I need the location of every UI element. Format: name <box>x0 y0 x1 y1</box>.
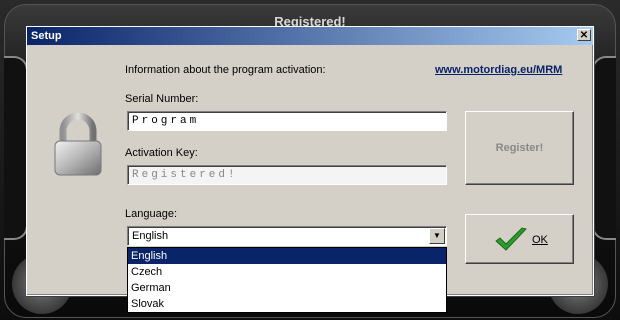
register-button[interactable]: Register! <box>465 111 574 185</box>
register-button-label: Register! <box>495 142 544 154</box>
activation-key-field: Registered! <box>127 165 447 185</box>
ok-button[interactable]: OK <box>465 214 574 264</box>
ok-button-label: OK <box>532 234 548 246</box>
serial-number-field[interactable]: Program <box>127 111 447 131</box>
close-icon: ✕ <box>579 30 589 41</box>
padlock-icon <box>54 113 102 176</box>
language-selected-value: English <box>132 230 169 242</box>
serial-number-label: Serial Number: <box>125 93 199 105</box>
device-right-bezel <box>592 56 616 240</box>
language-option-czech[interactable]: Czech <box>128 264 446 280</box>
language-label: Language: <box>125 208 177 220</box>
activation-info-text: Information about the program activation… <box>125 64 326 76</box>
language-option-english[interactable]: English <box>128 248 446 264</box>
dialog-titlebar: Setup ✕ <box>27 27 593 45</box>
device-left-bezel <box>4 56 28 240</box>
language-select[interactable]: English ▼ <box>127 226 447 246</box>
language-dropdown-list: English Czech German Slovak <box>127 247 447 313</box>
language-option-german[interactable]: German <box>128 280 446 296</box>
setup-dialog: Setup ✕ Information about the program ac… <box>26 26 594 313</box>
language-option-slovak[interactable]: Slovak <box>128 296 446 312</box>
chevron-down-icon[interactable]: ▼ <box>429 228 445 244</box>
close-button[interactable]: ✕ <box>577 29 591 41</box>
activation-key-label: Activation Key: <box>125 147 198 159</box>
checkmark-icon <box>495 227 527 251</box>
website-link[interactable]: www.motordiag.eu/MRM <box>435 64 562 76</box>
dialog-title: Setup <box>31 30 62 42</box>
